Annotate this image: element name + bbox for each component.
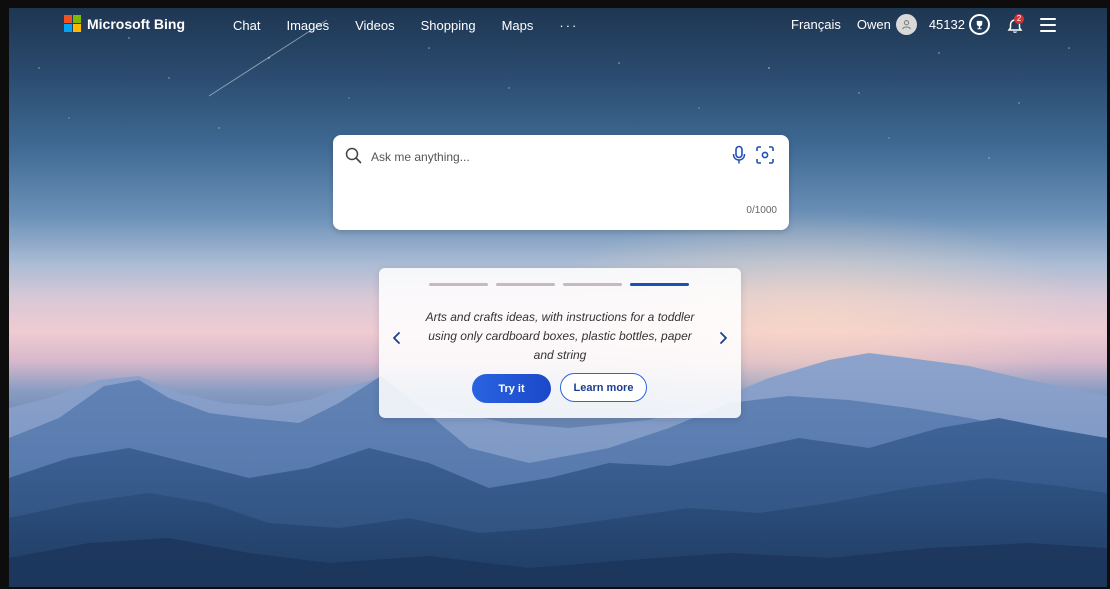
bing-logo[interactable]: Microsoft Bing [64, 15, 185, 32]
carousel-indicators [429, 283, 689, 286]
search-box: 0/1000 [333, 135, 789, 230]
nav-shopping[interactable]: Shopping [421, 18, 476, 33]
frame-top-border [0, 0, 1110, 8]
bing-home-page: Microsoft Bing Chat Images Videos Shoppi… [9, 8, 1107, 587]
suggestion-text: Arts and crafts ideas, with instructions… [425, 310, 695, 362]
notification-badge: 2 [1013, 13, 1024, 24]
header-tools: Français Owen 45132 2 [791, 13, 1056, 35]
top-header: Microsoft Bing Chat Images Videos Shoppi… [9, 8, 1107, 48]
character-counter: 0/1000 [746, 205, 777, 216]
rewards-points[interactable]: 45132 [929, 17, 965, 32]
learn-more-button[interactable]: Learn more [560, 373, 647, 402]
nav-videos[interactable]: Videos [355, 18, 395, 33]
bell-icon[interactable]: 2 [1006, 13, 1026, 35]
carousel-dot-4[interactable] [630, 283, 689, 286]
chevron-left-icon[interactable] [391, 330, 403, 346]
search-input[interactable] [369, 146, 713, 168]
trophy-icon[interactable] [968, 14, 990, 35]
language-switch[interactable]: Français [791, 17, 841, 32]
top-nav: Chat Images Videos Shopping Maps ··· [233, 18, 578, 33]
suggestion-card: Arts and crafts ideas, with instructions… [379, 268, 741, 418]
search-icon [345, 147, 362, 164]
try-it-button[interactable]: Try it [472, 374, 551, 403]
nav-chat[interactable]: Chat [233, 18, 260, 33]
brand-name: Microsoft Bing [87, 15, 185, 32]
nav-images[interactable]: Images [286, 18, 329, 33]
nav-more-icon[interactable]: ··· [559, 18, 578, 33]
nav-maps[interactable]: Maps [502, 18, 534, 33]
chevron-right-icon[interactable] [717, 330, 729, 346]
carousel-dot-2[interactable] [496, 283, 555, 286]
windows-logo-icon [64, 15, 81, 32]
hamburger-icon[interactable] [1039, 17, 1056, 32]
avatar-icon[interactable] [895, 14, 917, 35]
user-name[interactable]: Owen [857, 17, 891, 32]
carousel-dot-3[interactable] [563, 283, 622, 286]
carousel-dot-1[interactable] [429, 283, 488, 286]
visual-search-icon[interactable] [755, 145, 775, 165]
frame-left-border [0, 0, 9, 589]
mic-icon[interactable] [731, 145, 747, 165]
